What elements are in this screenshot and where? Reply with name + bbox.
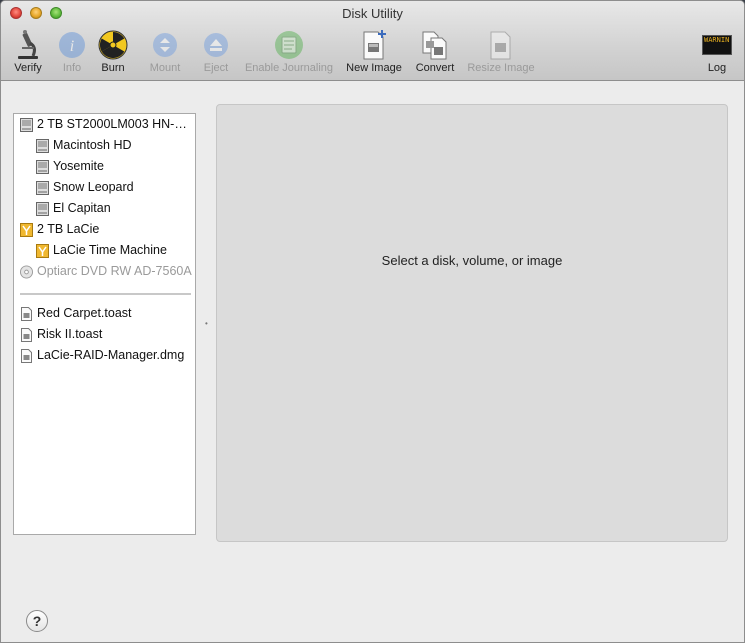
sidebar-item-label: Optiarc DVD RW AD-7560A <box>37 264 192 278</box>
sidebar-item-label: LaCie Time Machine <box>53 243 167 257</box>
resize-image-label: Resize Image <box>467 62 535 74</box>
help-icon: ? <box>32 613 42 629</box>
detail-panel: Select a disk, volume, or image <box>216 104 728 542</box>
disk-image-icon <box>21 327 32 342</box>
split-view-handle[interactable]: • <box>205 319 208 328</box>
external-volume-icon <box>36 243 49 258</box>
internal-disk-icon <box>20 117 33 132</box>
sidebar-item-label: Red Carpet.toast <box>37 306 132 320</box>
disk-utility-window: Disk Utility Verify i Info Burn Mount Ej… <box>0 0 745 643</box>
new-image-button[interactable]: New Image <box>344 29 404 74</box>
convert-label: Convert <box>415 62 455 74</box>
log-label: Log <box>707 62 727 74</box>
sidebar-item-el-capitan[interactable]: El Capitan <box>36 198 111 219</box>
new-image-icon <box>358 29 390 61</box>
device-sidebar: 2 TB ST2000LM003 HN-… Macintosh HD Yosem… <box>13 113 196 535</box>
burn-button[interactable]: Burn <box>98 29 128 74</box>
resize-image-button[interactable]: Resize Image <box>466 29 536 74</box>
svg-text:i: i <box>70 38 74 55</box>
enable-journaling-label: Enable Journaling <box>244 62 334 74</box>
eject-icon <box>200 29 232 61</box>
convert-button[interactable]: Convert <box>414 29 456 74</box>
sidebar-item-snow-leopard[interactable]: Snow Leopard <box>36 177 134 198</box>
title-bar: Disk Utility Verify i Info Burn Mount Ej… <box>1 1 744 81</box>
sidebar-item-label: LaCie-RAID-Manager.dmg <box>37 348 185 362</box>
sidebar-item-label: 2 TB ST2000LM003 HN-… <box>37 117 187 131</box>
log-console-icon: WARNIN <box>701 29 733 61</box>
sidebar-item-optiarc-dvd[interactable]: Optiarc DVD RW AD-7560A <box>20 261 192 282</box>
sidebar-item-lacie-time-machine[interactable]: LaCie Time Machine <box>36 240 167 261</box>
verify-button[interactable]: Verify <box>11 29 45 74</box>
volume-icon <box>36 180 49 195</box>
toolbar: Verify i Info Burn Mount Eject Enable Jo… <box>1 29 744 79</box>
sidebar-item-label: Macintosh HD <box>53 138 132 152</box>
sidebar-item-label: Snow Leopard <box>53 180 134 194</box>
external-disk-icon <box>20 222 33 237</box>
sidebar-item-lacie-disk[interactable]: 2 TB LaCie <box>20 219 99 240</box>
volume-icon <box>36 138 49 153</box>
sidebar-item-risk-ii-toast[interactable]: Risk II.toast <box>20 324 102 345</box>
window-title: Disk Utility <box>342 6 403 21</box>
eject-label: Eject <box>203 62 229 74</box>
verify-label: Verify <box>14 62 42 74</box>
journal-icon <box>273 29 305 61</box>
eject-button[interactable]: Eject <box>201 29 231 74</box>
optical-drive-icon <box>20 265 33 278</box>
sidebar-item-macintosh-hd[interactable]: Macintosh HD <box>36 135 132 156</box>
sidebar-item-label: Yosemite <box>53 159 104 173</box>
log-icon-text: WARNIN <box>702 35 732 55</box>
burn-radiation-icon <box>97 29 129 61</box>
sidebar-separator <box>20 293 191 295</box>
volume-icon <box>36 159 49 174</box>
mount-icon <box>149 29 181 61</box>
log-button[interactable]: WARNIN Log <box>701 29 733 74</box>
mount-label: Mount <box>149 62 181 74</box>
info-label: Info <box>62 62 82 74</box>
sidebar-item-label: El Capitan <box>53 201 111 215</box>
burn-label: Burn <box>101 62 125 74</box>
sidebar-item-lacie-raid-manager-dmg[interactable]: LaCie-RAID-Manager.dmg <box>20 345 184 366</box>
disk-image-icon <box>21 306 32 321</box>
sidebar-item-label: Risk II.toast <box>37 327 103 341</box>
convert-icon <box>419 29 451 61</box>
sidebar-item-red-carpet-toast[interactable]: Red Carpet.toast <box>20 303 132 324</box>
sidebar-item-yosemite[interactable]: Yosemite <box>36 156 104 177</box>
info-button[interactable]: i Info <box>58 29 86 74</box>
help-button[interactable]: ? <box>26 610 48 632</box>
empty-selection-message: Select a disk, volume, or image <box>381 253 563 268</box>
microscope-icon <box>12 29 44 61</box>
disk-image-icon <box>21 348 32 363</box>
resize-image-icon <box>485 29 517 61</box>
volume-icon <box>36 201 49 216</box>
sidebar-item-label: 2 TB LaCie <box>37 222 100 236</box>
mount-button[interactable]: Mount <box>146 29 184 74</box>
enable-journaling-button[interactable]: Enable Journaling <box>241 29 337 74</box>
sidebar-item-st2000-disk[interactable]: 2 TB ST2000LM003 HN-… <box>20 114 187 135</box>
info-icon: i <box>56 29 88 61</box>
new-image-label: New Image <box>346 62 402 74</box>
